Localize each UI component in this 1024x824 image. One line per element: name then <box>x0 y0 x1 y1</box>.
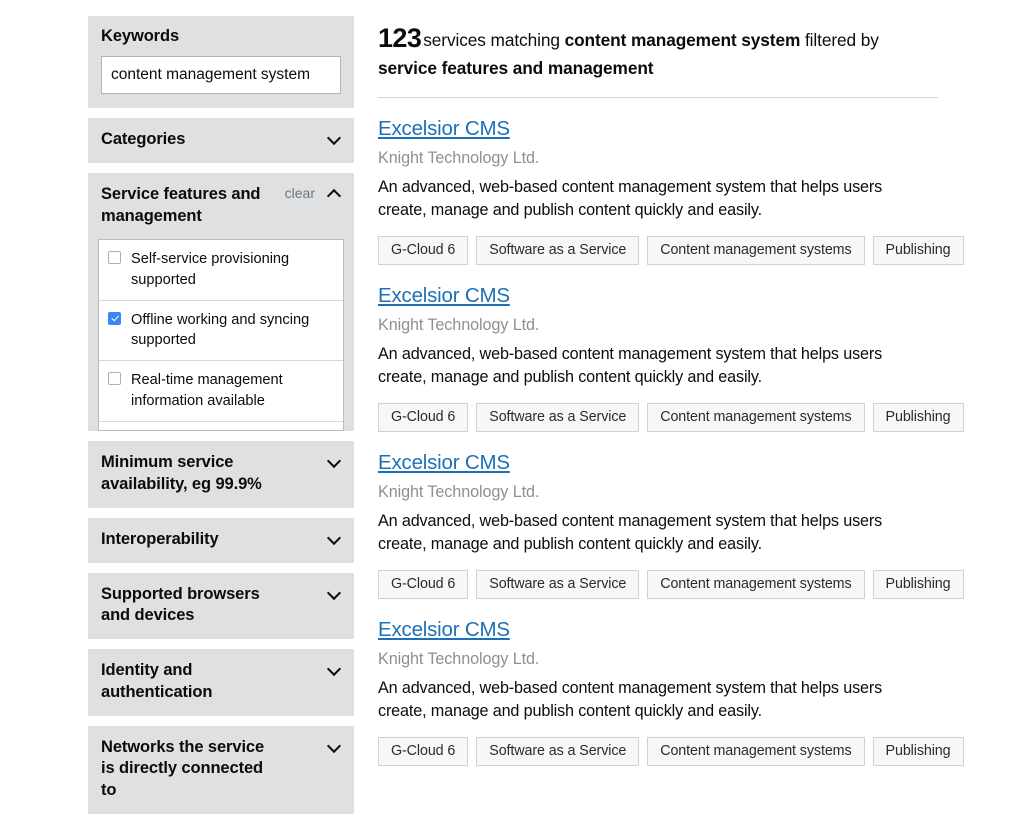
results-summary: 123 services matching content management … <box>378 20 938 81</box>
filter-option[interactable]: Real-time management information availab… <box>99 361 343 422</box>
service-supplier: Knight Technology Ltd. <box>378 149 540 168</box>
filter-panel-minimum-availability[interactable]: Minimum service availability, eg 99.9% <box>88 441 354 508</box>
service-result-card: Excelsior CMS Knight Technology Ltd. An … <box>378 599 964 767</box>
service-tag: Software as a Service <box>476 236 640 266</box>
filter-panel-title: Supported browsers and devices <box>101 584 260 625</box>
filter-panel-header[interactable]: Supported browsers and devices <box>88 573 354 640</box>
service-supplier: Knight Technology Ltd. <box>378 650 540 669</box>
filters-sidebar: Keywords Categories Service features and… <box>88 16 354 824</box>
filter-panel-networks[interactable]: Networks the service is directly connect… <box>88 725 354 814</box>
filter-panel-title: Networks the service is directly connect… <box>101 737 265 800</box>
filter-options-list[interactable]: Self-service provisioning supported Offl… <box>98 239 344 432</box>
service-supplier: Knight Technology Ltd. <box>378 316 540 335</box>
chevron-down-icon[interactable] <box>328 531 341 544</box>
filter-panel-header[interactable]: Minimum service availability, eg 99.9% <box>88 441 354 508</box>
service-description: An advanced, web-based content managemen… <box>378 512 883 554</box>
filter-panel-title: Categories <box>101 130 186 148</box>
service-tag: G-Cloud 6 <box>378 403 469 433</box>
filter-panel-categories[interactable]: Categories <box>88 118 354 163</box>
service-result-card: Excelsior CMS Knight Technology Ltd. An … <box>378 432 964 600</box>
service-tag: Software as a Service <box>476 570 640 600</box>
results-filter-name: service features and management <box>378 58 654 79</box>
filter-panel-header[interactable]: Interoperability <box>88 518 354 563</box>
service-description: An advanced, web-based content managemen… <box>378 178 883 220</box>
service-tag: Publishing <box>872 403 964 433</box>
chevron-down-icon[interactable] <box>328 131 341 144</box>
service-title-link[interactable]: Excelsior CMS <box>378 117 510 141</box>
service-tags: G-Cloud 6 Software as a Service Content … <box>378 570 964 600</box>
filter-option[interactable]: Elastic cloud approach supported <box>99 422 343 432</box>
filter-panel-header[interactable]: Networks the service is directly connect… <box>88 726 354 814</box>
results-main: 123 services matching content management … <box>378 20 964 767</box>
filter-option-label: Real-time management information availab… <box>131 372 283 409</box>
filter-panel-controls <box>328 584 341 599</box>
service-description: An advanced, web-based content managemen… <box>378 345 883 387</box>
filter-panel-identity-authentication[interactable]: Identity and authentication <box>88 649 354 716</box>
service-title-link[interactable]: Excelsior CMS <box>378 451 510 475</box>
filter-panel-controls <box>328 452 341 467</box>
chevron-down-icon[interactable] <box>328 739 341 752</box>
service-tag: G-Cloud 6 <box>378 236 469 266</box>
filter-option-label: Self-service provisioning supported <box>131 251 290 289</box>
keywords-input[interactable] <box>101 56 341 94</box>
service-title-link[interactable]: Excelsior CMS <box>378 284 510 308</box>
filter-panel-controls <box>328 660 341 675</box>
filter-panel-header[interactable]: Service features and management clear <box>88 173 354 240</box>
service-tag: Publishing <box>872 236 964 266</box>
filter-panel-title: Minimum service availability, eg 99.9% <box>101 453 262 494</box>
filter-panel-title: Service features and management <box>101 184 261 225</box>
filter-panel-controls <box>328 529 341 544</box>
service-title-link[interactable]: Excelsior CMS <box>378 618 510 642</box>
service-tag: Publishing <box>872 570 964 600</box>
keywords-panel: Keywords <box>88 16 354 108</box>
service-tags: G-Cloud 6 Software as a Service Content … <box>378 236 964 266</box>
filter-panel-controls <box>328 129 341 144</box>
service-tag: Content management systems <box>647 737 865 767</box>
service-tag: Content management systems <box>647 403 865 433</box>
service-tag: Publishing <box>872 737 964 767</box>
filter-panel-title: Identity and authentication <box>101 661 213 701</box>
filter-option-label: Elastic cloud approach supported <box>131 431 333 432</box>
checkbox-checked[interactable] <box>108 311 121 325</box>
keywords-label: Keywords <box>101 27 180 45</box>
results-query: content management system <box>564 30 801 50</box>
service-result-card: Excelsior CMS Knight Technology Ltd. An … <box>378 265 964 433</box>
service-tag: G-Cloud 6 <box>378 570 469 600</box>
filter-panel-controls <box>328 737 341 752</box>
chevron-down-icon[interactable] <box>328 586 341 599</box>
search-results-page: Keywords Categories Service features and… <box>0 0 1024 814</box>
service-description: An advanced, web-based content managemen… <box>378 679 883 721</box>
checkbox[interactable] <box>108 251 121 265</box>
checkbox[interactable] <box>108 372 121 386</box>
service-tag: G-Cloud 6 <box>378 737 469 767</box>
filter-panel-supported-browsers[interactable]: Supported browsers and devices <box>88 572 354 640</box>
filter-panel-interoperability[interactable]: Interoperability <box>88 517 354 563</box>
filter-option[interactable]: Self-service provisioning supported <box>99 240 343 301</box>
filter-option[interactable]: Offline working and syncing supported <box>99 301 343 362</box>
service-tags: G-Cloud 6 Software as a Service Content … <box>378 737 964 767</box>
filter-panel-title: Interoperability <box>101 529 219 548</box>
service-result-card: Excelsior CMS Knight Technology Ltd. An … <box>378 98 964 266</box>
filter-panel-controls: clear <box>285 184 341 200</box>
results-count: 123 <box>378 23 422 53</box>
service-tags: G-Cloud 6 Software as a Service Content … <box>378 403 964 433</box>
service-tag: Software as a Service <box>476 737 640 767</box>
service-tag: Content management systems <box>647 570 865 600</box>
clear-filter-link[interactable]: clear <box>285 186 315 200</box>
filter-panel-header[interactable]: Categories <box>88 118 354 163</box>
chevron-down-icon[interactable] <box>328 662 341 675</box>
filter-panel-service-features: Service features and management clear Se… <box>88 172 354 432</box>
results-summary-text-2: filtered by <box>804 30 879 50</box>
filter-option-label: Offline working and syncing supported <box>131 311 310 349</box>
service-supplier: Knight Technology Ltd. <box>378 483 540 502</box>
results-summary-text-1: services matching <box>423 30 560 50</box>
filter-panel-header[interactable]: Identity and authentication <box>88 649 354 716</box>
chevron-up-icon[interactable] <box>328 186 341 199</box>
service-tag: Software as a Service <box>476 403 640 433</box>
chevron-down-icon[interactable] <box>328 454 341 467</box>
service-tag: Content management systems <box>647 236 865 266</box>
